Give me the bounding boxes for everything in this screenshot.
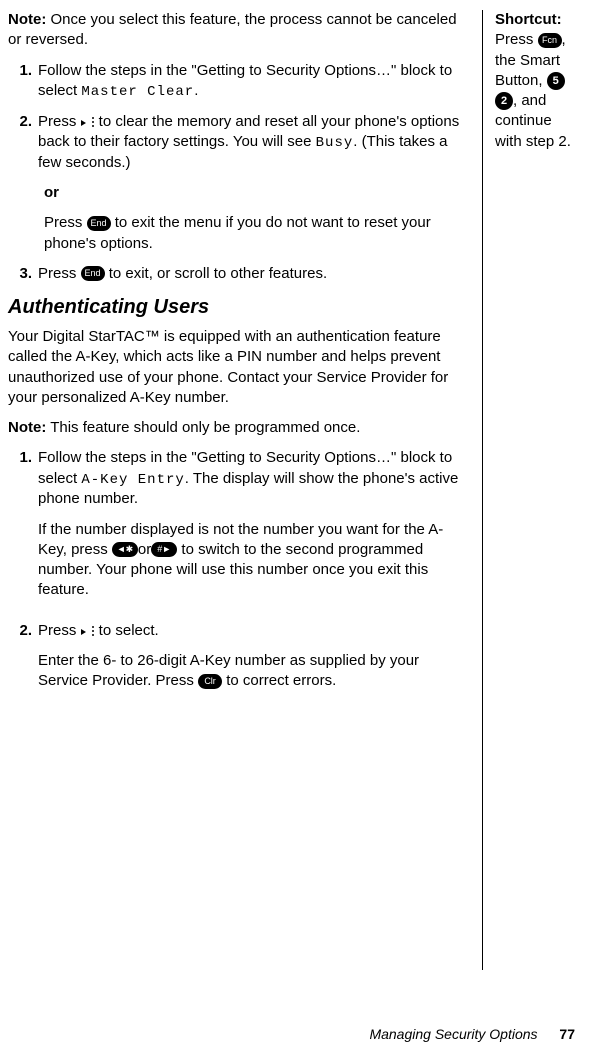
note-label: Note: [8,11,46,28]
note-text: Once you select this feature, the proces… [8,11,457,48]
step-body: Follow the steps in the "Getting to Secu… [38,448,466,610]
sidebar-column: Shortcut: Press Fcn, the Smart Button, 5… [487,10,579,970]
step-number: 2. [8,621,38,702]
step-body: Press to clear the memory and reset all … [38,112,466,173]
lcd-text: A-Key Entry [81,472,184,488]
step-body: Follow the steps in the "Getting to Secu… [38,61,466,102]
lcd-text: Busy [316,135,354,151]
list-item: 1. Follow the steps in the "Getting to S… [8,61,466,102]
list-item: 2. Press to select. Enter the 6- to 26-d… [8,621,466,702]
star-key-icon: ◄✱ [112,542,138,557]
shortcut-label: Shortcut: [495,11,562,28]
shortcut-block: Shortcut: Press Fcn, the Smart Button, 5… [495,10,579,152]
footer-title: Managing Security Options [369,1026,537,1042]
select-icon [81,115,95,129]
step-number: 1. [8,448,38,610]
list-a: 1. Follow the steps in the "Getting to S… [8,61,466,285]
hash-key-icon: #► [151,542,177,557]
step-number: 1. [8,61,38,102]
five-key-icon: 5 [547,72,565,90]
fcn-key-icon: Fcn [538,33,562,48]
note-label: Note: [8,419,46,436]
end-key-icon: End [87,216,111,231]
step-number: 3. [8,264,38,284]
note-1: Note: Once you select this feature, the … [8,10,466,51]
page-footer: Managing Security Options 77 [369,1025,575,1044]
intro-paragraph: Your Digital StarTAC™ is equipped with a… [8,327,466,408]
list-item: 1. Follow the steps in the "Getting to S… [8,448,466,610]
column-divider [482,10,483,970]
or-body: Press End to exit the menu if you do not… [44,213,466,254]
main-column: Note: Once you select this feature, the … [8,10,478,970]
end-key-icon: End [81,266,105,281]
note-2: Note: This feature should only be progra… [8,418,466,438]
two-key-icon: 2 [495,92,513,110]
step-body: Press to select. Enter the 6- to 26-digi… [38,621,466,702]
page-number: 77 [559,1026,575,1042]
clr-key-icon: Clr [198,674,222,689]
section-heading: Authenticating Users [8,294,466,321]
select-icon [81,624,95,638]
lcd-text: Master Clear [81,84,194,100]
list-item: 3. Press End to exit, or scroll to other… [8,264,466,284]
or-label: or [44,183,466,203]
list-b: 1. Follow the steps in the "Getting to S… [8,448,466,701]
note-text: This feature should only be programmed o… [46,419,360,436]
step-number: 2. [8,112,38,173]
step-body: Press End to exit, or scroll to other fe… [38,264,466,284]
list-item: 2. Press to clear the memory and reset a… [8,112,466,173]
